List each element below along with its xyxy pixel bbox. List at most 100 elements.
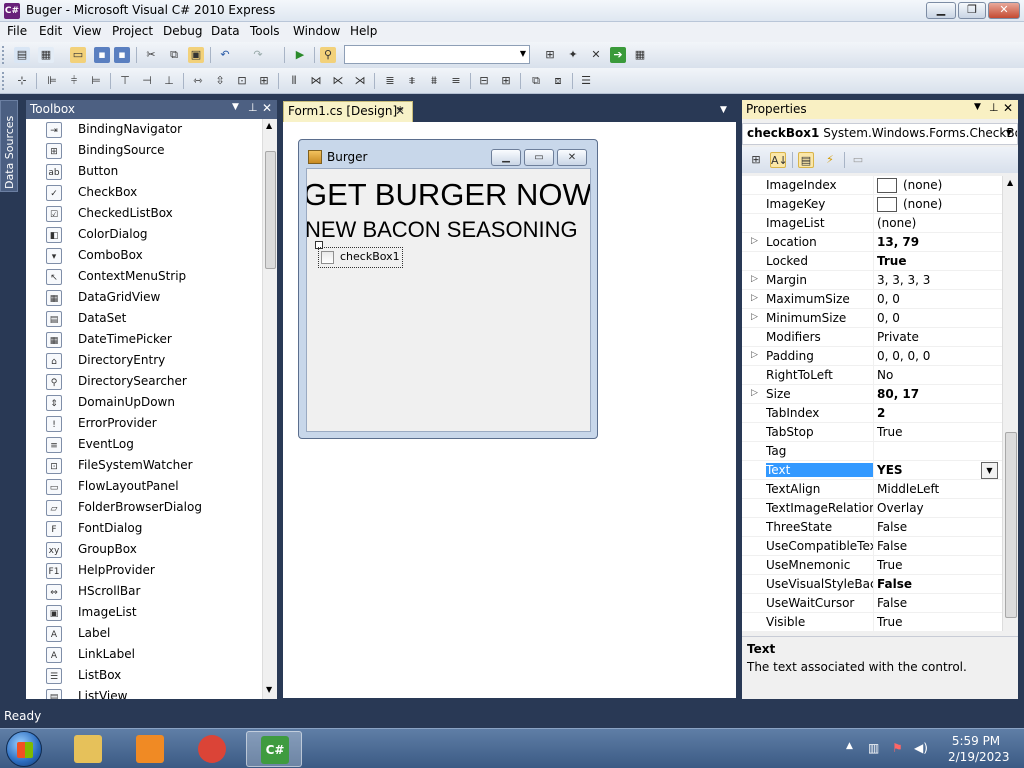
toolbox-item[interactable]: ab Button xyxy=(26,161,261,182)
horizontal-spacing-increase-icon[interactable]: ⋈ xyxy=(308,73,324,89)
property-row[interactable]: RightToLeft No xyxy=(742,366,1002,385)
property-value[interactable]: 0, 0, 0, 0 xyxy=(877,349,997,363)
object-selector[interactable]: checkBox1 System.Windows.Forms.CheckBox … xyxy=(742,123,1018,145)
property-value[interactable]: Private xyxy=(877,330,997,344)
toolbar-grip[interactable] xyxy=(2,72,6,90)
new-project-icon[interactable]: ▤ xyxy=(14,47,30,63)
property-row[interactable]: ▷ Location 13, 79 xyxy=(742,233,1002,252)
action-center-icon[interactable]: ⚑ xyxy=(892,741,903,755)
send-to-back-icon[interactable]: ⧈ xyxy=(550,73,566,89)
network-icon[interactable]: ▥ xyxy=(868,741,879,755)
categorized-icon[interactable]: ⊞ xyxy=(748,152,764,168)
property-row[interactable]: Tag xyxy=(742,442,1002,461)
toolbox-item[interactable]: ▤ DataSet xyxy=(26,308,261,329)
align-lefts-icon[interactable]: ⊫ xyxy=(44,73,60,89)
property-row[interactable]: ImageList (none) xyxy=(742,214,1002,233)
expand-icon[interactable]: ▷ xyxy=(751,312,758,322)
close-icon[interactable]: ✕ xyxy=(1003,101,1013,115)
property-value[interactable]: 3, 3, 3, 3 xyxy=(877,273,997,287)
close-button[interactable]: ✕ xyxy=(988,2,1020,19)
properties-scrollbar[interactable]: ▲ xyxy=(1002,176,1018,631)
property-value[interactable]: YES xyxy=(877,463,997,477)
toolbox-scrollbar[interactable]: ▲ ▼ xyxy=(262,119,277,699)
panel-menu-icon[interactable]: ▼ xyxy=(232,102,239,112)
toolbox-item[interactable]: ↖ ContextMenuStrip xyxy=(26,266,261,287)
horizontal-spacing-decrease-icon[interactable]: ⋉ xyxy=(330,73,346,89)
start-debugging-icon[interactable]: ▶ xyxy=(292,47,308,63)
property-value[interactable]: False xyxy=(877,596,997,610)
property-value[interactable]: True xyxy=(877,425,997,439)
align-rights-icon[interactable]: ⊨ xyxy=(88,73,104,89)
align-centers-icon[interactable]: ⫩ xyxy=(66,73,82,89)
property-value[interactable]: 2 xyxy=(877,406,997,420)
menu-help[interactable]: Help xyxy=(350,24,377,38)
pin-icon[interactable]: ⊥ xyxy=(248,101,258,114)
horizontal-spacing-remove-icon[interactable]: ⋊ xyxy=(352,73,368,89)
value-dropdown-icon[interactable]: ▼ xyxy=(981,462,998,479)
expand-icon[interactable]: ▷ xyxy=(751,293,758,303)
toolbox-item[interactable]: ◧ ColorDialog xyxy=(26,224,261,245)
expand-icon[interactable]: ▷ xyxy=(751,236,758,246)
menu-window[interactable]: Window xyxy=(293,24,340,38)
expand-icon[interactable]: ▷ xyxy=(751,388,758,398)
form-client-area[interactable]: GET BURGER NOW NEW BACON SEASONING check… xyxy=(306,168,591,432)
toolbox-item[interactable]: A LinkLabel xyxy=(26,644,261,665)
toolbox-item[interactable]: ≡ EventLog xyxy=(26,434,261,455)
property-value[interactable]: 13, 79 xyxy=(877,235,997,249)
property-row[interactable]: ▷ Margin 3, 3, 3, 3 xyxy=(742,271,1002,290)
cut-icon[interactable]: ✂ xyxy=(143,47,159,63)
vertical-spacing-increase-icon[interactable]: ⩨ xyxy=(404,73,420,89)
toolbox-item[interactable]: ⊡ FileSystemWatcher xyxy=(26,455,261,476)
data-sources-tab[interactable]: Data Sources xyxy=(0,100,18,192)
properties-view-icon[interactable]: ▤ xyxy=(798,152,814,168)
property-pages-icon[interactable]: ▭ xyxy=(850,152,866,168)
property-value[interactable]: False xyxy=(877,577,997,591)
menu-data[interactable]: Data xyxy=(211,24,240,38)
property-row[interactable]: Modifiers Private xyxy=(742,328,1002,347)
property-row[interactable]: ImageKey (none) xyxy=(742,195,1002,214)
open-file-icon[interactable]: ▭ xyxy=(70,47,86,63)
save-all-icon[interactable]: ▪ xyxy=(114,47,130,63)
same-size-icon[interactable]: ⊡ xyxy=(234,73,250,89)
property-value[interactable]: (none) xyxy=(877,216,997,230)
align-bottoms-icon[interactable]: ⊥ xyxy=(161,73,177,89)
property-value[interactable]: (none) xyxy=(877,197,997,212)
events-icon[interactable]: ⚡ xyxy=(822,152,838,168)
add-item-icon[interactable]: ▦ xyxy=(38,47,54,63)
volume-icon[interactable]: ◀) xyxy=(914,741,928,755)
toolbox-item[interactable]: F1 HelpProvider xyxy=(26,560,261,581)
expand-icon[interactable]: ▷ xyxy=(751,274,758,284)
taskbar-app-chrome[interactable] xyxy=(184,731,240,767)
property-row[interactable]: UseVisualStyleBackCFalse xyxy=(742,575,1002,594)
toolbox-item[interactable]: ! ErrorProvider xyxy=(26,413,261,434)
close-icon[interactable]: ✕ xyxy=(395,104,405,118)
property-value[interactable]: 0, 0 xyxy=(877,292,997,306)
taskbar-app-visual-csharp[interactable]: C# xyxy=(246,731,302,767)
toolbox-item[interactable]: xy GroupBox xyxy=(26,539,261,560)
toolbox-item[interactable]: ☰ ListBox xyxy=(26,665,261,686)
property-value[interactable]: False xyxy=(877,539,997,553)
chevron-down-icon[interactable]: ▼ xyxy=(720,105,727,115)
scroll-thumb[interactable] xyxy=(1005,432,1017,618)
toolbox-item[interactable]: ▦ DateTimePicker xyxy=(26,329,261,350)
center-horizontally-icon[interactable]: ⊟ xyxy=(476,73,492,89)
property-row[interactable]: Locked True xyxy=(742,252,1002,271)
property-row[interactable]: UseWaitCursor False xyxy=(742,594,1002,613)
form-preview[interactable]: Burger ▁ ▭ ✕ GET BURGER NOW NEW BACON SE… xyxy=(298,139,598,439)
minimize-button[interactable]: ▁ xyxy=(926,2,956,19)
menu-project[interactable]: Project xyxy=(112,24,153,38)
size-to-grid-icon[interactable]: ⊞ xyxy=(256,73,272,89)
toolbox-item[interactable]: ▭ FlowLayoutPanel xyxy=(26,476,261,497)
scroll-up-icon[interactable]: ▲ xyxy=(1007,178,1013,187)
property-row[interactable]: ▷ Size 80, 17 xyxy=(742,385,1002,404)
property-value[interactable]: No xyxy=(877,368,997,382)
property-value[interactable]: True xyxy=(877,558,997,572)
configuration-dropdown[interactable]: ▼ xyxy=(344,45,530,64)
toolbox-item[interactable]: ▣ ImageList xyxy=(26,602,261,623)
properties-window-icon[interactable]: ✦ xyxy=(565,47,581,63)
toolbox-tools-icon[interactable]: ✕ xyxy=(588,47,604,63)
property-row[interactable]: UseCompatibleTextRFalse xyxy=(742,537,1002,556)
property-row[interactable]: TabIndex 2 xyxy=(742,404,1002,423)
bring-to-front-icon[interactable]: ⧉ xyxy=(528,73,544,89)
vertical-spacing-remove-icon[interactable]: ≡ xyxy=(448,73,464,89)
